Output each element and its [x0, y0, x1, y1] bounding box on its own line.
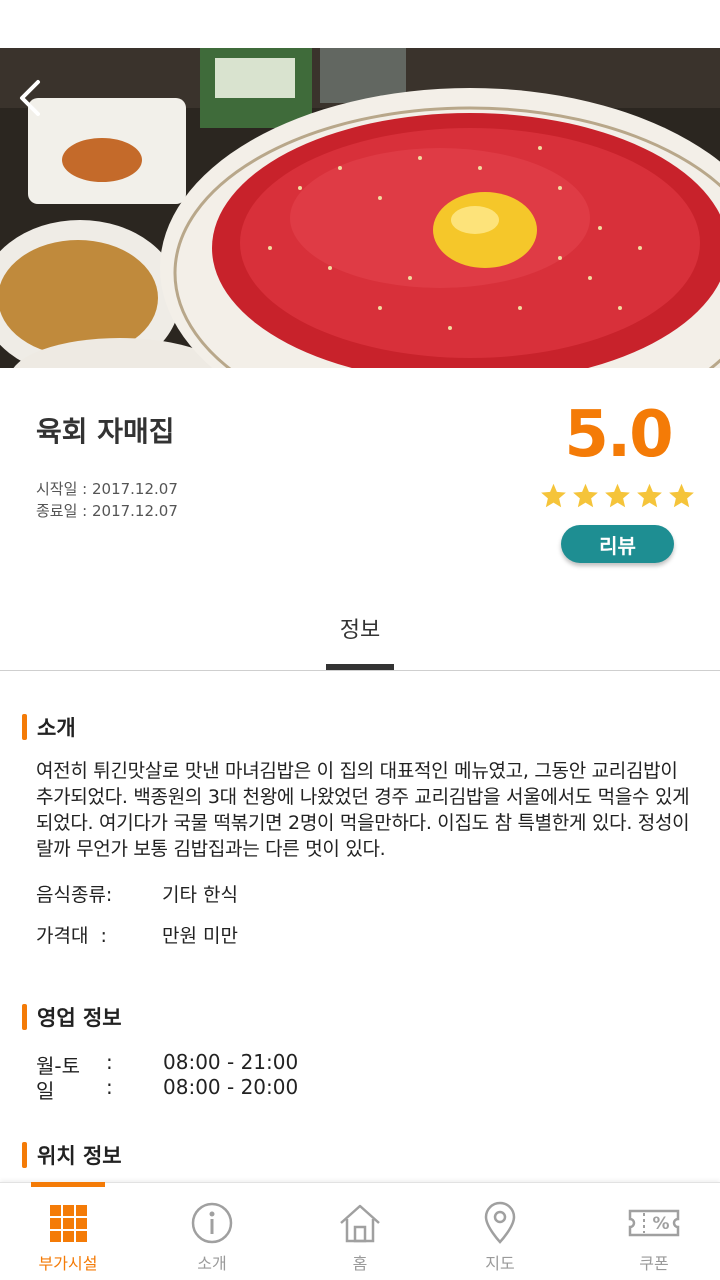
nav-label: 지도 — [485, 1254, 515, 1273]
nav-item-facilities[interactable]: 부가시설 — [18, 1183, 118, 1280]
star-icon — [541, 483, 566, 508]
review-button[interactable]: 리뷰 — [561, 525, 674, 563]
nav-item-intro[interactable]: 소개 — [162, 1183, 262, 1280]
hours-separator: : — [106, 1075, 113, 1099]
info-circle-icon — [191, 1202, 233, 1244]
intro-description: 여전히 튀긴맛살로 맛낸 마녀김밥은 이 집의 대표적인 메뉴였고, 그동안 교… — [36, 760, 690, 860]
bottom-navigation: 부가시설 소개 홈 지도 % 쿠폰 — [0, 1182, 720, 1280]
svg-text:%: % — [652, 1214, 669, 1234]
price-label: 가격대 : — [36, 925, 107, 947]
price-value: 만원 미만 — [162, 925, 238, 947]
start-date: 시작일 : 2017.12.07 — [36, 480, 178, 498]
coupon-icon: % — [628, 1209, 680, 1237]
nav-label: 쿠폰 — [639, 1254, 669, 1273]
food-type-label: 음식종류: — [36, 884, 113, 906]
location-section-title: 위치 정보 — [37, 1144, 122, 1168]
yukhoe-photo — [0, 48, 720, 368]
hours-time: 08:00 - 21:00 — [163, 1050, 299, 1074]
nav-item-map[interactable]: 지도 — [450, 1183, 550, 1280]
hero-image — [0, 48, 720, 368]
status-bar-area — [0, 0, 720, 48]
end-date: 종료일 : 2017.12.07 — [36, 502, 178, 520]
hours-section-title: 영업 정보 — [37, 1006, 122, 1030]
hours-time: 08:00 - 20:00 — [163, 1075, 299, 1099]
hours-separator: : — [106, 1050, 113, 1074]
star-icon — [573, 483, 598, 508]
star-icon — [605, 483, 630, 508]
nav-active-indicator — [31, 1182, 105, 1187]
nav-label: 소개 — [197, 1254, 227, 1273]
intro-section-header: 소개 — [22, 712, 76, 742]
section-accent-bar — [22, 714, 27, 740]
hours-days: 일 — [36, 1079, 55, 1103]
map-pin-icon — [484, 1201, 516, 1244]
back-button[interactable] — [10, 76, 50, 120]
home-icon — [340, 1204, 380, 1243]
section-accent-bar — [22, 1004, 27, 1030]
location-section-header: 위치 정보 — [22, 1140, 122, 1170]
rating-stars — [540, 482, 695, 509]
hours-section-header: 영업 정보 — [22, 1002, 122, 1032]
restaurant-name: 육회 자매집 — [36, 415, 175, 448]
nav-item-coupon[interactable]: % 쿠폰 — [604, 1183, 704, 1280]
grid-icon — [50, 1205, 87, 1242]
star-icon — [637, 483, 662, 508]
section-accent-bar — [22, 1142, 27, 1168]
tab-divider — [0, 670, 720, 671]
nav-label: 부가시설 — [38, 1254, 98, 1273]
rating-score: 5.0 — [564, 398, 673, 472]
nav-item-home[interactable]: 홈 — [310, 1183, 410, 1280]
intro-section-title: 소개 — [37, 716, 76, 740]
nav-label: 홈 — [352, 1254, 368, 1273]
chevron-left-icon — [20, 80, 40, 116]
food-type-value: 기타 한식 — [162, 884, 238, 906]
star-icon — [669, 483, 694, 508]
tab-info[interactable]: 정보 — [300, 612, 420, 644]
